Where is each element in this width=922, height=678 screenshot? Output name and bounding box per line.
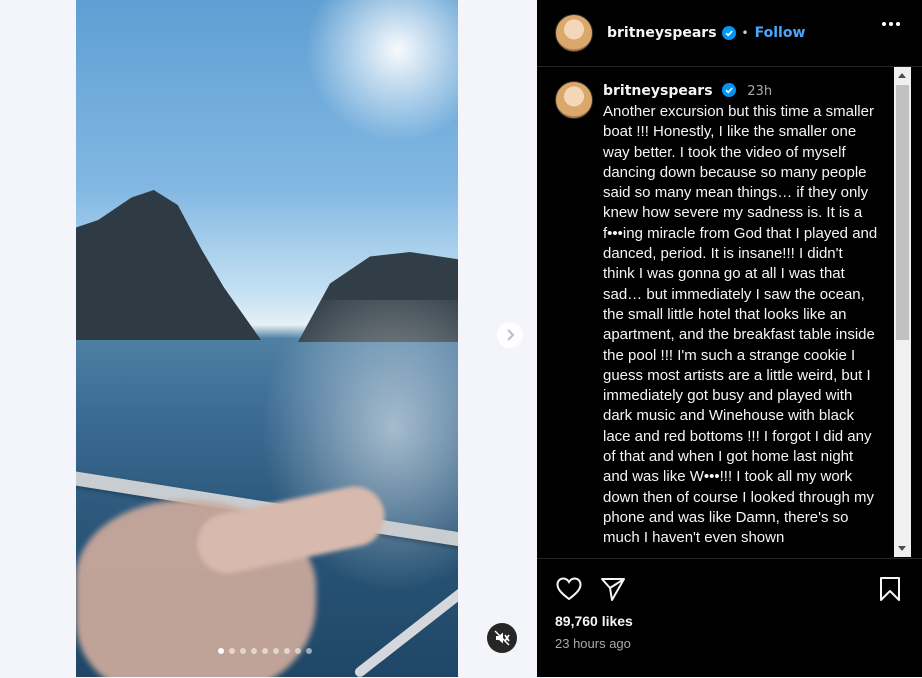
carousel-dot — [262, 648, 268, 654]
mute-icon — [494, 630, 510, 646]
separator-dot: • — [741, 26, 749, 40]
caption-header: britneyspears 23h — [603, 81, 878, 102]
share-icon[interactable] — [599, 575, 627, 603]
carousel-dot — [229, 648, 235, 654]
carousel-dot — [240, 648, 246, 654]
post-timestamp: 23 hours ago — [555, 636, 631, 651]
caption-avatar[interactable] — [555, 81, 593, 119]
heart-icon[interactable] — [555, 575, 583, 603]
verified-badge-icon — [721, 26, 736, 40]
media-viewer — [0, 0, 537, 677]
carousel-dot — [295, 648, 301, 654]
carousel-dot — [284, 648, 290, 654]
caption: britneyspears 23h Another excursion but … — [555, 81, 878, 549]
follow-button[interactable]: Follow — [755, 25, 806, 41]
scroll-down-arrow-icon[interactable] — [898, 546, 906, 551]
sun-glare — [298, 0, 458, 150]
post-details-panel: britneyspears • Follow britneyspears 23h… — [537, 0, 922, 677]
post-time[interactable]: 23h — [747, 84, 772, 99]
post-video[interactable] — [76, 0, 458, 677]
caption-scrollbar[interactable] — [894, 67, 911, 557]
mute-button[interactable] — [487, 623, 517, 653]
bookmark-icon[interactable] — [876, 575, 904, 603]
caption-text: Another excursion but this time a smalle… — [603, 103, 882, 547]
carousel-indicator — [218, 648, 312, 654]
verified-badge-icon — [722, 83, 737, 97]
next-media-button[interactable] — [497, 322, 523, 348]
carousel-dot — [251, 648, 257, 654]
caption-scroll-area[interactable]: britneyspears 23h Another excursion but … — [537, 67, 893, 557]
action-icons — [555, 575, 904, 603]
caption-body: britneyspears 23h Another excursion but … — [603, 81, 878, 549]
like-count[interactable]: 89,760 likes — [555, 613, 633, 629]
more-options-icon[interactable] — [882, 22, 900, 26]
scrollbar-thumb[interactable] — [896, 85, 909, 340]
rock-formation-left — [76, 190, 261, 340]
header-username[interactable]: britneyspears — [607, 25, 717, 41]
chevron-right-icon — [507, 329, 515, 341]
post-header: britneyspears • Follow — [537, 0, 922, 67]
scroll-up-arrow-icon[interactable] — [898, 73, 906, 78]
carousel-dot — [306, 648, 312, 654]
avatar[interactable] — [555, 14, 593, 52]
post-actions: 89,760 likes 23 hours ago — [537, 558, 922, 678]
caption-username[interactable]: britneyspears — [603, 83, 713, 99]
carousel-dot — [273, 648, 279, 654]
carousel-dot — [218, 648, 224, 654]
